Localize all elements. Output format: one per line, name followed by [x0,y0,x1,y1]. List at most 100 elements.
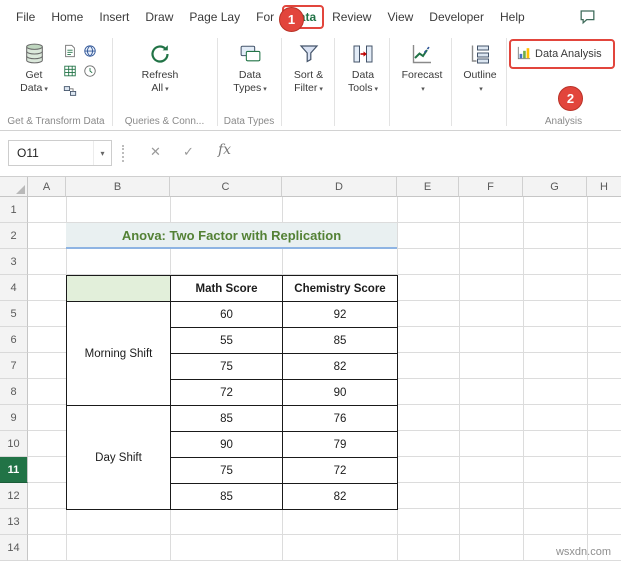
row-header-10[interactable]: 10 [0,431,28,457]
table-data-cell[interactable]: 85 [171,484,283,510]
data-analysis-button[interactable]: Data Analysis [517,45,602,63]
data-tools-label-line2: Tools [347,82,373,95]
tab-insert[interactable]: Insert [91,5,137,29]
from-table-range-icon[interactable] [62,63,77,78]
column-header-H[interactable]: H [587,177,621,197]
existing-connections-icon[interactable] [62,83,77,98]
formula-bar-grip[interactable] [122,145,125,162]
tab-review[interactable]: Review [324,5,379,29]
table-group-morning-shift[interactable]: Morning Shift [67,302,171,406]
tab-draw[interactable]: Draw [137,5,181,29]
table-corner-cell[interactable] [67,276,171,302]
data-analysis-label: Data Analysis [535,48,602,60]
from-text-csv-icon[interactable] [62,43,77,58]
data-analysis-icon [517,46,531,63]
column-header-C[interactable]: C [170,177,282,197]
table-data-cell[interactable]: 72 [171,380,283,406]
row-header-13[interactable]: 13 [0,509,28,535]
column-header-E[interactable]: E [397,177,459,197]
sheet-title-cell[interactable]: Anova: Two Factor with Replication [66,223,397,249]
table-data-cell[interactable]: 79 [283,432,398,458]
row-header-3[interactable]: 3 [0,249,28,275]
column-header-G[interactable]: G [523,177,587,197]
data-types-button[interactable]: Data Types ▾ [222,38,278,95]
forecast-button[interactable]: Forecast ▾ [396,38,448,95]
tab-file[interactable]: File [8,5,43,29]
table-header-chemistry[interactable]: Chemistry Score [283,276,398,302]
row-header-11-selected[interactable]: 11 [0,457,28,483]
data-tools-button[interactable]: Data Tools ▾ [339,38,387,95]
sort-filter-button[interactable]: Sort & Filter ▾ [285,38,332,95]
group-separator [389,38,390,126]
name-box-caret-icon[interactable]: ▾ [93,141,111,165]
formula-bar: O11 ▾ ✕ ✓ fx [0,131,621,177]
annotation-step-1-badge: 1 [279,7,304,32]
select-all-corner[interactable] [0,177,28,197]
forecast-label-line1: Forecast [401,69,443,81]
table-data-cell[interactable]: 75 [171,458,283,484]
worksheet-area[interactable]: A B C D E F G H 1 2 3 4 5 6 7 8 9 10 11 … [0,177,621,562]
column-header-D[interactable]: D [282,177,397,197]
excel-window: File Home Insert Draw Page Lay For Data … [0,0,621,562]
refresh-all-button[interactable]: Refresh All ▾ [132,38,188,95]
recent-sources-icon[interactable] [82,63,97,78]
tab-developer[interactable]: Developer [421,5,492,29]
table-data-cell[interactable]: 85 [171,406,283,432]
refresh-icon [148,38,172,66]
table-group-day-shift[interactable]: Day Shift [67,406,171,510]
sort-filter-label-line1: Sort & [293,69,324,81]
cancel-icon[interactable]: ✕ [150,144,161,160]
table-data-cell[interactable]: 82 [283,354,398,380]
from-web-icon[interactable] [82,43,97,58]
tab-formulas[interactable]: For [248,5,282,29]
row-header-12[interactable]: 12 [0,483,28,509]
enter-icon[interactable]: ✓ [183,144,194,160]
table-data-cell[interactable]: 60 [171,302,283,328]
row-header-4[interactable]: 4 [0,275,28,301]
tab-view[interactable]: View [379,5,421,29]
table-data-cell[interactable]: 72 [283,458,398,484]
table-data-cell[interactable]: 90 [171,432,283,458]
row-header-8[interactable]: 8 [0,379,28,405]
tab-home[interactable]: Home [43,5,91,29]
table-data-cell[interactable]: 85 [283,328,398,354]
table-data-cell[interactable]: 92 [283,302,398,328]
gridline-vertical [523,197,524,561]
tab-help[interactable]: Help [492,5,533,29]
row-header-9[interactable]: 9 [0,405,28,431]
formula-input[interactable] [240,140,621,166]
row-header-7[interactable]: 7 [0,353,28,379]
row-header-6[interactable]: 6 [0,327,28,353]
column-header-F[interactable]: F [459,177,523,197]
table-data-cell[interactable]: 82 [283,484,398,510]
group-label-get-transform: Get & Transform Data [7,116,105,127]
group-separator [112,38,113,126]
row-header-2[interactable]: 2 [0,223,28,249]
comments-button[interactable] [576,8,598,30]
row-header-1[interactable]: 1 [0,197,28,223]
table-header-math[interactable]: Math Score [171,276,283,302]
outline-button[interactable]: Outline ▾ [456,38,504,95]
ribbon-tab-bar: File Home Insert Draw Page Lay For Data … [0,0,621,33]
group-separator [451,38,452,126]
data-tools-icon [351,38,375,66]
tab-page-layout[interactable]: Page Lay [181,5,248,29]
name-box[interactable]: O11 ▾ [8,140,112,166]
table-data-cell[interactable]: 75 [171,354,283,380]
row-header-14[interactable]: 14 [0,535,28,561]
table-data-cell[interactable]: 90 [283,380,398,406]
column-header-A[interactable]: A [28,177,66,197]
data-table: Math Score Chemistry Score Morning Shift… [66,275,398,510]
group-label-analysis: Analysis [544,116,583,127]
table-data-cell[interactable]: 76 [283,406,398,432]
group-separator [281,38,282,126]
sort-filter-label-line2: Filter [294,82,318,95]
get-data-button[interactable]: Get Data ▾ [10,38,58,95]
data-types-label-line1: Data [238,69,262,81]
row-header-5[interactable]: 5 [0,301,28,327]
table-data-cell[interactable]: 55 [171,328,283,354]
watermark-text: wsxdn.com [555,546,611,558]
forecast-chart-icon [410,38,434,66]
insert-function-icon[interactable]: fx [218,142,231,158]
column-header-B[interactable]: B [66,177,170,197]
